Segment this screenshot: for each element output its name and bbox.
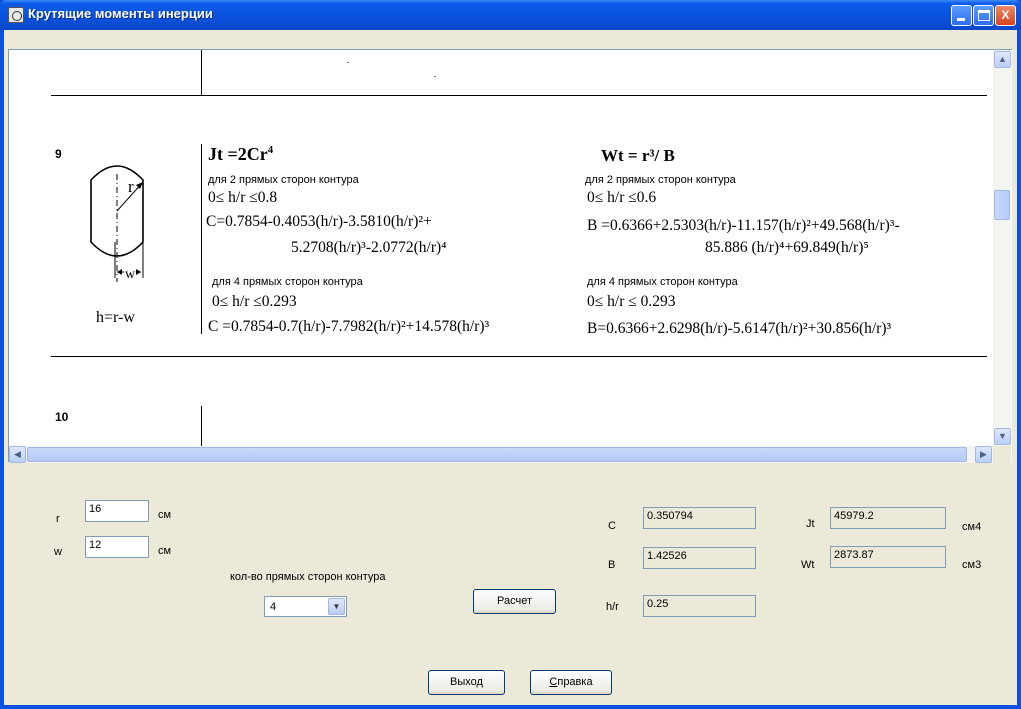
calculate-button[interactable]: Расчет xyxy=(473,589,556,614)
c-label: C xyxy=(608,520,616,532)
right-b2-formula: B=0.6366+2.6298(h/r)-5.6147(h/r)²+30.856… xyxy=(587,320,892,337)
formula-table: 9 r w h=r-w Jt =2Cr4 для 2 прямых сторон… xyxy=(9,50,993,446)
app-window: Крутящие моменты инерции X 9 r w h=r-w J… xyxy=(0,0,1021,709)
minimize-icon xyxy=(957,18,965,21)
right-b1-line2: 85.886 (h/r)⁴+69.849(h/r)⁵ xyxy=(705,239,869,256)
jt-label: Jt xyxy=(806,518,815,530)
sides-count-label: кол-во прямых сторон контура xyxy=(230,571,386,583)
right-case1-range: 0≤ h/r ≤0.6 xyxy=(587,189,657,206)
artifact-dot xyxy=(347,62,349,63)
scroll-up-button[interactable]: ▲ xyxy=(994,51,1011,68)
right-case1-title: для 2 прямых сторон контура xyxy=(585,174,736,186)
minimize-button[interactable] xyxy=(951,5,972,26)
horizontal-scroll-thumb[interactable] xyxy=(27,447,967,462)
left-case1-title: для 2 прямых сторон контура xyxy=(208,174,359,186)
left-c1-line2: 5.2708(h/r)³-2.0772(h/r)⁴ xyxy=(291,239,447,256)
right-case2-title: для 4 прямых сторон контура xyxy=(587,276,738,288)
left-case2-range: 0≤ h/r ≤0.293 xyxy=(212,293,297,310)
row-divider xyxy=(51,356,987,357)
r-unit: см xyxy=(158,509,172,521)
jt-unit: см4 xyxy=(962,521,982,533)
close-button[interactable]: X xyxy=(995,5,1016,26)
wt-unit: см3 xyxy=(962,559,982,571)
left-c2-formula: C =0.7854-0.7(h/r)-7.7982(h/r)²+14.578(h… xyxy=(208,318,490,335)
chevron-down-icon[interactable]: ▼ xyxy=(328,598,345,615)
hr-output: 0.25 xyxy=(643,595,756,617)
b-output: 1.42526 xyxy=(643,547,756,569)
wt-label: Wt xyxy=(801,559,815,571)
artifact-dot xyxy=(434,76,436,77)
w-input[interactable]: 12 xyxy=(85,536,149,558)
maximize-button[interactable] xyxy=(973,5,994,26)
window-title: Крутящие моменты инерции xyxy=(28,6,213,21)
w-label: w xyxy=(54,546,62,558)
row-number: 10 xyxy=(55,410,69,424)
sides-count-select[interactable]: 4 ▼ xyxy=(264,596,347,617)
right-b1-line1: B =0.6366+2.5303(h/r)-11.157(h/r)²+49.56… xyxy=(587,217,900,234)
vertical-scrollbar[interactable]: ▲ ▼ xyxy=(993,50,1011,446)
r-label: r xyxy=(56,513,60,525)
left-c1-line1: C=0.7854-0.4053(h/r)-3.5810(h/r)²+ xyxy=(206,213,432,230)
wt-formula: Wt = r³/ B xyxy=(601,146,675,165)
exit-button[interactable]: Выход xyxy=(428,670,505,695)
left-case1-range: 0≤ h/r ≤0.8 xyxy=(208,189,278,206)
horizontal-scrollbar[interactable]: ◀ ▶ xyxy=(9,446,993,463)
radius-label: r xyxy=(128,177,134,196)
row-number: 9 xyxy=(55,147,62,161)
column-divider xyxy=(201,144,202,334)
column-divider xyxy=(201,50,202,95)
close-icon: X xyxy=(1001,8,1010,22)
help-button[interactable]: Справка xyxy=(530,670,612,695)
w-unit: см xyxy=(158,545,172,557)
formula-panel: 9 r w h=r-w Jt =2Cr4 для 2 прямых сторон… xyxy=(8,49,1012,463)
hr-label: h/r xyxy=(606,601,619,613)
scroll-right-button[interactable]: ▶ xyxy=(975,446,992,463)
column-divider xyxy=(201,406,202,446)
h-formula: h=r-w xyxy=(96,309,135,326)
scroll-left-button[interactable]: ◀ xyxy=(9,446,26,463)
left-case2-title: для 4 прямых сторон контура xyxy=(212,276,363,288)
jt-output: 45979.2 xyxy=(830,507,946,529)
client-area: 9 r w h=r-w Jt =2Cr4 для 2 прямых сторон… xyxy=(4,30,1017,705)
width-label: w xyxy=(124,267,137,283)
right-case2-range: 0≤ h/r ≤ 0.293 xyxy=(587,293,676,310)
c-output: 0.350794 xyxy=(643,507,756,529)
title-bar[interactable]: Крутящие моменты инерции X xyxy=(0,0,1021,30)
sides-count-value: 4 xyxy=(270,601,277,613)
app-icon[interactable] xyxy=(8,7,24,23)
maximize-icon xyxy=(978,10,990,21)
row-divider xyxy=(51,95,987,96)
section-figure xyxy=(90,165,144,282)
vertical-scroll-thumb[interactable] xyxy=(994,190,1010,220)
help-button-label: правка xyxy=(557,676,593,688)
b-label: B xyxy=(608,559,616,571)
wt-output: 2873.87 xyxy=(830,546,946,568)
scroll-down-button[interactable]: ▼ xyxy=(994,428,1011,445)
r-input[interactable]: 16 xyxy=(85,500,149,522)
scroll-corner xyxy=(993,446,1011,463)
jt-formula: Jt =2Cr4 xyxy=(208,144,274,164)
